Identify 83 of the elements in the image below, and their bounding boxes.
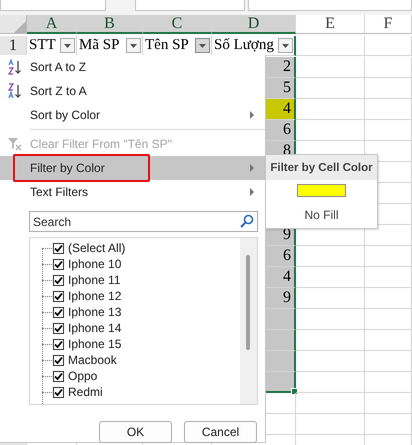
cell (365, 36, 412, 56)
filter-dropdown-button[interactable] (126, 38, 141, 53)
caret-icon (64, 44, 71, 48)
checkbox[interactable] (53, 242, 64, 254)
cell (365, 120, 412, 141)
checkbox[interactable] (53, 370, 64, 382)
cell (296, 267, 365, 288)
cell (296, 351, 365, 372)
value-label[interactable]: Iphone 14 (68, 321, 122, 335)
value-label[interactable]: Iphone 11 (68, 273, 120, 287)
cell (296, 393, 365, 414)
cell (296, 330, 365, 351)
value-label[interactable]: (Select All) (68, 241, 126, 255)
cell (365, 393, 412, 414)
header-cell-text: Tên SP (145, 37, 189, 54)
cell (365, 309, 412, 330)
no-fill-option[interactable]: No Fill (304, 208, 338, 222)
value-label[interactable]: Iphone 13 (68, 305, 122, 319)
clear-filter-icon (8, 137, 22, 151)
submenu-arrow-icon (249, 164, 255, 172)
search-field[interactable]: Search (29, 211, 258, 232)
cell (365, 372, 412, 393)
checkbox[interactable] (53, 354, 64, 366)
column-header[interactable]: F (365, 15, 412, 34)
cell (365, 288, 412, 309)
menu-item[interactable]: Filter by Color (0, 156, 265, 180)
cell (365, 99, 412, 120)
value-label[interactable]: Iphone 12 (68, 289, 122, 303)
caret-icon (130, 44, 137, 48)
value-label[interactable]: Macbook (68, 353, 117, 367)
value-label[interactable]: Iphone 10 (68, 257, 122, 271)
scrollbar-thumb[interactable] (246, 255, 250, 350)
cell (365, 246, 412, 267)
value-label[interactable]: Iphone 15 (68, 337, 122, 351)
checkbox[interactable] (53, 386, 64, 398)
checkbox[interactable] (53, 338, 64, 350)
value-label[interactable]: Oppo (68, 369, 98, 383)
filter-dropdown-button[interactable] (60, 38, 75, 53)
column-header[interactable]: D (212, 15, 296, 34)
cell (296, 288, 365, 309)
cell (365, 57, 412, 78)
header-cell-text: STT (29, 37, 56, 54)
filter-dropdown-button[interactable] (278, 38, 293, 53)
menu-item[interactable]: Text Filters (0, 180, 265, 204)
cell (296, 99, 365, 120)
column-header[interactable]: E (296, 15, 365, 34)
cell (296, 309, 365, 330)
submenu-arrow-icon (249, 111, 255, 119)
checkbox[interactable] (53, 290, 64, 302)
cell (365, 351, 412, 372)
fill-handle[interactable] (291, 388, 298, 395)
header-cell-text: Số Lượng (214, 37, 274, 54)
column-header[interactable]: A (27, 15, 77, 34)
cell (296, 78, 365, 99)
cell (365, 78, 412, 99)
cell (296, 57, 365, 78)
checkbox[interactable] (53, 322, 64, 334)
color-swatch[interactable] (297, 184, 346, 197)
sort-ascending-icon (8, 59, 22, 75)
cell (296, 36, 365, 56)
search-icon (240, 214, 254, 228)
cell (296, 372, 365, 393)
cell (365, 267, 412, 288)
submenu-arrow-icon (249, 188, 255, 196)
cell (296, 246, 365, 267)
cell (296, 414, 365, 435)
cancel-button[interactable]: Cancel (184, 421, 257, 443)
checkbox[interactable] (53, 306, 64, 318)
cell (365, 330, 412, 351)
cell (365, 414, 412, 435)
caret-icon (199, 44, 206, 48)
sort-descending-icon (8, 83, 22, 99)
filter-dropdown-button[interactable] (195, 38, 210, 53)
column-header[interactable]: C (143, 15, 212, 34)
checkbox[interactable] (53, 274, 64, 286)
checkbox[interactable] (53, 258, 64, 270)
caret-icon (282, 44, 289, 48)
ok-button[interactable]: OK (99, 421, 172, 443)
header-cell-text: Mã SP (79, 37, 120, 54)
submenu-title: Filter by Cell Color (266, 155, 377, 180)
row-header[interactable]: 1 (0, 36, 27, 56)
value-label[interactable]: Redmi (68, 385, 103, 399)
column-header[interactable]: B (77, 15, 143, 34)
